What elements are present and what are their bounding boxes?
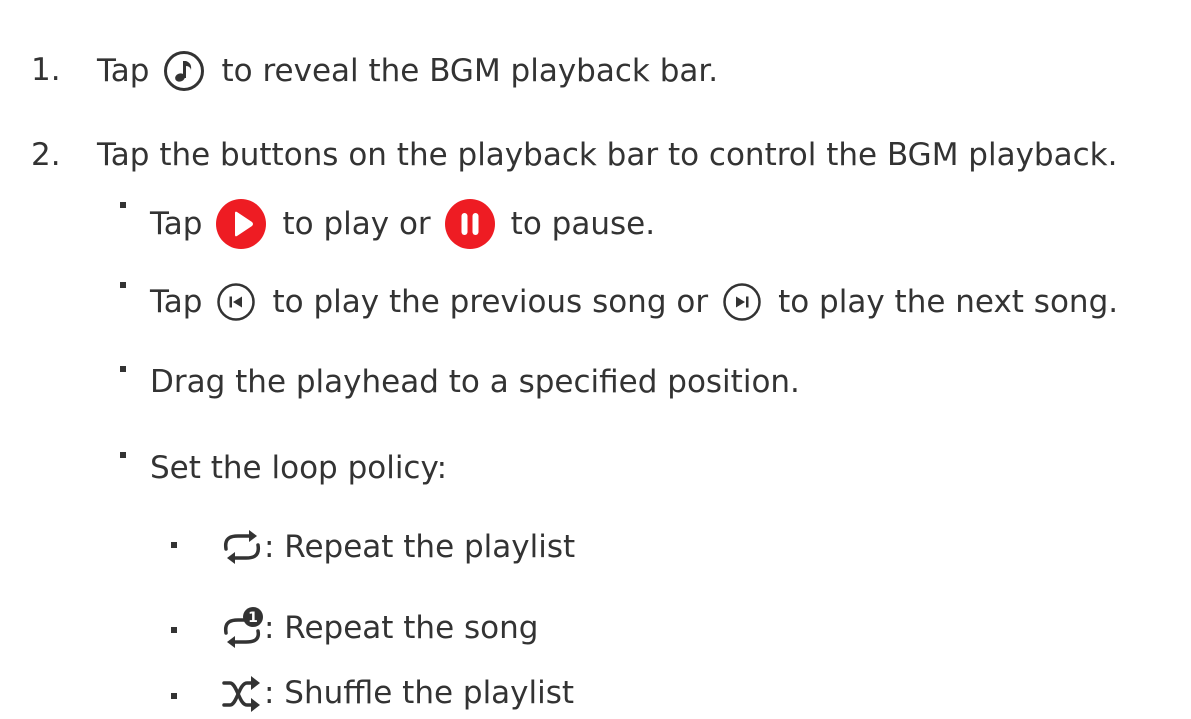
bullet (171, 693, 177, 699)
repeat-playlist-icon (220, 527, 264, 567)
previous-icon (216, 282, 256, 322)
drag-line: Drag the playhead to a specified positio… (150, 364, 800, 400)
bullet (171, 627, 177, 633)
prev-next-after: to play the next song. (778, 284, 1119, 320)
step-1-before: Tap (97, 53, 150, 89)
repeat-song-icon: 1 (220, 605, 264, 651)
repeat-playlist-line: : Repeat the playlist (220, 525, 575, 569)
step-1-after: to reveal the BGM playback bar. (221, 53, 719, 89)
repeat-song-badge: 1 (248, 610, 258, 626)
bullet (120, 202, 126, 208)
play-icon (216, 199, 267, 249)
step-1-text: Tap to reveal the BGM playback bar. (97, 50, 718, 92)
shuffle-line: : Shuffle the playlist (220, 670, 574, 716)
prev-next-line: Tap to play the previous song or to play… (150, 278, 1118, 326)
prev-next-middle: to play the previous song or (272, 284, 709, 320)
repeat-song-label: : Repeat the song (264, 610, 539, 646)
shuffle-label: : Shuffle the playlist (264, 675, 575, 711)
pause-icon (444, 199, 495, 249)
step-2-number: 2. (31, 137, 61, 173)
prev-next-before: Tap (150, 284, 203, 320)
bullet (120, 366, 126, 372)
shuffle-icon (220, 672, 264, 714)
play-pause-line: Tap to play or to pause. (150, 198, 655, 250)
repeat-song-line: 1 : Repeat the song (220, 605, 538, 651)
play-pause-after: to pause. (510, 206, 656, 242)
play-pause-before: Tap (150, 206, 203, 242)
bullet (120, 282, 126, 288)
step-1-number: 1. (31, 52, 61, 88)
loop-line: Set the loop policy: (150, 450, 448, 486)
music-note-icon (163, 50, 205, 92)
bullet (120, 452, 126, 458)
next-icon (722, 282, 762, 322)
step-2-text: Tap the buttons on the playback bar to c… (97, 137, 1118, 173)
repeat-playlist-label: : Repeat the playlist (264, 529, 576, 565)
bullet (171, 542, 177, 548)
play-pause-middle: to play or (282, 206, 431, 242)
